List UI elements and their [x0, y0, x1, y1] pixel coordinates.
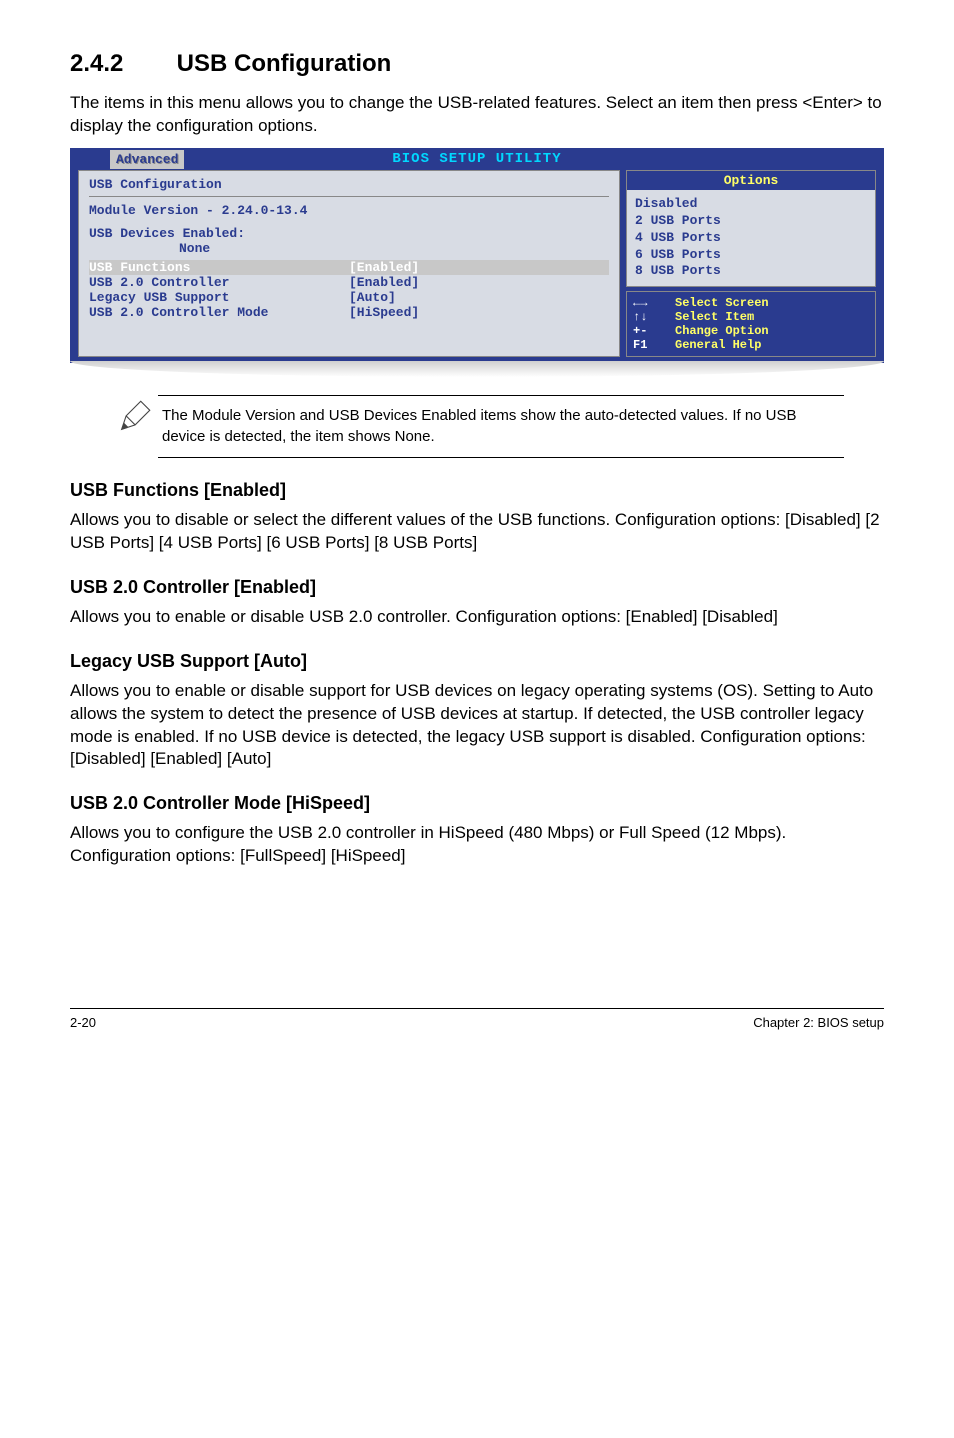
- bios-setup-title: BIOS SETUP UTILITY: [70, 148, 884, 170]
- bios-help-text: Change Option: [675, 324, 769, 338]
- bios-help-key: F1: [633, 338, 675, 352]
- section-number: 2.4.2: [70, 50, 170, 78]
- bios-help-key: ↑↓: [633, 310, 675, 324]
- bios-setting-row[interactable]: USB Functions[Enabled]: [89, 260, 609, 275]
- bios-help-text: General Help: [675, 338, 761, 352]
- bios-setting-value: [Enabled]: [349, 260, 419, 275]
- note-callout: The Module Version and USB Devices Enabl…: [110, 395, 884, 458]
- pencil-icon: [110, 395, 158, 435]
- bios-setting-row[interactable]: USB 2.0 Controller Mode[HiSpeed]: [89, 305, 609, 320]
- bios-left-pane: USB Configuration Module Version - 2.24.…: [78, 170, 620, 357]
- bios-panel: BIOS SETUP UTILITY Advanced USB Configur…: [70, 148, 884, 377]
- subsection-heading: USB 2.0 Controller [Enabled]: [70, 577, 884, 598]
- subsection-body: Allows you to enable or disable USB 2.0 …: [70, 606, 884, 629]
- bios-option-item[interactable]: 2 USB Ports: [635, 213, 867, 230]
- subsection-heading: USB 2.0 Controller Mode [HiSpeed]: [70, 793, 884, 814]
- footer-chapter: Chapter 2: BIOS setup: [753, 1015, 884, 1030]
- bios-help-line: F1General Help: [633, 338, 869, 352]
- page-footer: 2-20 Chapter 2: BIOS setup: [70, 1008, 884, 1030]
- bios-devices-enabled-label: USB Devices Enabled:: [89, 226, 609, 241]
- subsection-heading: USB Functions [Enabled]: [70, 480, 884, 501]
- subsection-body: Allows you to enable or disable support …: [70, 680, 884, 772]
- bios-devices-enabled-value: None: [89, 241, 609, 256]
- bios-setting-value: [HiSpeed]: [349, 305, 419, 320]
- bios-options-box: Options Disabled2 USB Ports4 USB Ports6 …: [626, 170, 876, 287]
- section-intro: The items in this menu allows you to cha…: [70, 92, 884, 138]
- bios-help-text: Select Item: [675, 310, 754, 324]
- bios-option-item[interactable]: 4 USB Ports: [635, 230, 867, 247]
- bios-help-key: +-: [633, 324, 675, 338]
- bios-left-header: USB Configuration: [89, 177, 609, 192]
- bios-help-line: +-Change Option: [633, 324, 869, 338]
- note-text: The Module Version and USB Devices Enabl…: [162, 407, 797, 444]
- footer-page-number: 2-20: [70, 1015, 96, 1030]
- bios-option-item[interactable]: 6 USB Ports: [635, 247, 867, 264]
- section-heading: 2.4.2 USB Configuration: [70, 50, 884, 78]
- bios-setting-label: Legacy USB Support: [89, 290, 349, 305]
- bios-setting-label: USB 2.0 Controller Mode: [89, 305, 349, 320]
- bios-option-item[interactable]: Disabled: [635, 196, 867, 213]
- subsection-body: Allows you to disable or select the diff…: [70, 509, 884, 555]
- bios-setting-value: [Enabled]: [349, 275, 419, 290]
- bios-setting-label: USB Functions: [89, 260, 349, 275]
- bios-setting-row[interactable]: Legacy USB Support[Auto]: [89, 290, 609, 305]
- bios-setting-label: USB 2.0 Controller: [89, 275, 349, 290]
- subsection-body: Allows you to configure the USB 2.0 cont…: [70, 822, 884, 868]
- bios-option-item[interactable]: 8 USB Ports: [635, 263, 867, 280]
- bios-setting-row[interactable]: USB 2.0 Controller[Enabled]: [89, 275, 609, 290]
- bios-setting-value: [Auto]: [349, 290, 396, 305]
- bios-help-line: ↑↓Select Item: [633, 310, 869, 324]
- bios-title-bar: BIOS SETUP UTILITY Advanced: [70, 148, 884, 170]
- subsection-heading: Legacy USB Support [Auto]: [70, 651, 884, 672]
- bios-tab-advanced[interactable]: Advanced: [110, 150, 184, 169]
- bios-help-box: ←→Select Screen↑↓Select Item+-Change Opt…: [626, 291, 876, 357]
- bios-help-text: Select Screen: [675, 296, 769, 310]
- bios-options-header: Options: [627, 171, 875, 190]
- bios-help-key: ←→: [633, 296, 675, 310]
- section-title-text: USB Configuration: [177, 50, 392, 77]
- bios-help-line: ←→Select Screen: [633, 296, 869, 310]
- bios-module-version: Module Version - 2.24.0-13.4: [89, 203, 609, 218]
